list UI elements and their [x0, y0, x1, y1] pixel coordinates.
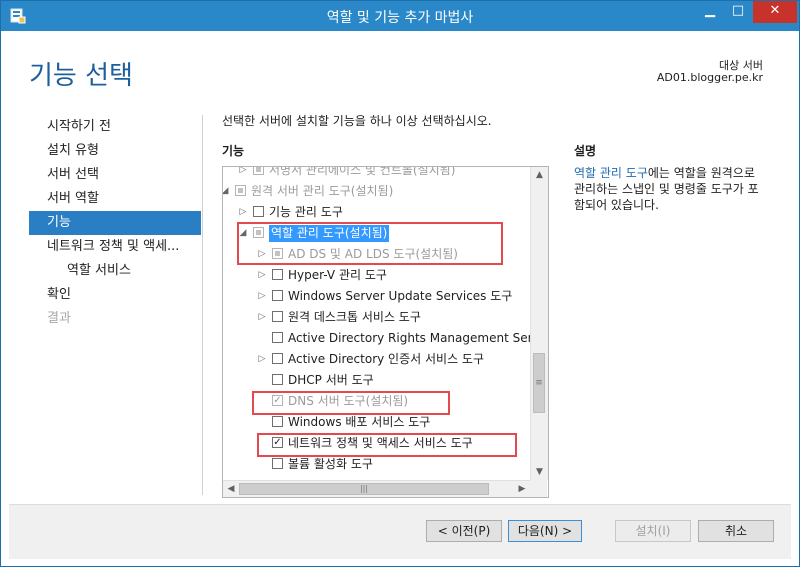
feature-tree-item[interactable]: ▷ Active Directory 인증서 서비스 도구 [223, 349, 530, 370]
feature-tree-item[interactable]: ▷ 서명서 관리에이스 및 컨트롤(설치됨) [223, 166, 530, 181]
feature-tree-item[interactable]: ▷ 기능 관리 도구 [223, 202, 530, 223]
feature-tree-item[interactable]: ◢ 원격 서버 관리 도구(설치됨) [223, 181, 530, 202]
description-heading: 설명 [574, 144, 597, 158]
features-heading: 기능 [222, 144, 245, 158]
feature-checkbox[interactable] [272, 416, 283, 427]
collapsed-arrow-icon[interactable]: ▷ [256, 307, 268, 328]
feature-label: Active Directory Rights Management Servi… [288, 331, 548, 345]
feature-tree-item[interactable]: 볼륨 활성화 도구 [223, 454, 530, 475]
feature-checkbox[interactable] [235, 185, 246, 196]
nav-step[interactable]: 기능 [29, 211, 201, 235]
nav-step[interactable]: 시작하기 전 [29, 115, 201, 139]
vertical-scroll-thumb[interactable]: ≡ [533, 353, 545, 413]
feature-tree-item[interactable]: ✓ 네트워크 정책 및 액세스 서비스 도구 [223, 433, 530, 454]
feature-checkbox[interactable] [272, 353, 283, 364]
feature-tree-item[interactable]: ▷ AD DS 및 AD LDS 도구(설치됨) [223, 244, 530, 265]
scroll-down-icon[interactable]: ▼ [531, 464, 548, 480]
feature-tree-item[interactable]: DHCP 서버 도구 [223, 370, 530, 391]
feature-label: 원격 데스크톱 서비스 도구 [288, 310, 421, 324]
nav-step[interactable]: 네트워크 정책 및 액세... [29, 235, 201, 259]
scroll-right-icon[interactable]: ▶ [514, 481, 530, 497]
close-icon: ✕ [769, 3, 781, 18]
feature-label: Windows 배포 서비스 도구 [288, 415, 431, 429]
feature-tree-item[interactable]: ✓ DNS 서버 도구(설치됨) [223, 391, 530, 412]
minimize-button[interactable]: ▁ [695, 1, 725, 23]
collapsed-arrow-icon[interactable]: ▷ [237, 167, 249, 181]
features-tree[interactable]: ▷ 서명서 관리에이스 및 컨트롤(설치됨) ◢ 원격 서버 관리 도구(설치됨) ▷ 기… [222, 166, 549, 498]
previous-button[interactable]: < 이전(P) [426, 520, 502, 542]
feature-checkbox[interactable] [253, 227, 264, 238]
feature-tree-item[interactable]: ▷ Windows Server Update Services 도구 [223, 286, 530, 307]
install-button[interactable]: 설치(I) [615, 520, 691, 542]
nav-step[interactable]: 서버 역할 [29, 187, 201, 211]
feature-checkbox[interactable]: ✓ [272, 437, 283, 448]
feature-label: 네트워크 정책 및 액세스 서비스 도구 [288, 436, 473, 450]
wizard-content: 기능 선택 대상 서버 AD01.blogger.pe.kr 시작하기 전 설치 … [9, 31, 791, 559]
feature-label: Windows Server Update Services 도구 [288, 289, 513, 303]
feature-checkbox[interactable] [272, 248, 283, 259]
collapsed-arrow-icon[interactable]: ▷ [256, 286, 268, 307]
nav-step[interactable]: 설치 유형 [29, 139, 201, 163]
horizontal-scrollbar[interactable]: ◀ ||| ▶ [223, 480, 530, 497]
feature-label: 역할 관리 도구(설치됨) [269, 225, 390, 242]
collapsed-arrow-icon[interactable]: ▷ [256, 265, 268, 286]
feature-label: 기능 관리 도구 [269, 205, 343, 219]
feature-label: 원격 서버 관리 도구(설치됨) [251, 184, 394, 198]
cancel-button[interactable]: 취소 [698, 520, 774, 542]
page-title: 기능 선택 [29, 61, 133, 91]
window-title: 역할 및 기능 추가 마법사 [326, 10, 474, 26]
scroll-up-icon[interactable]: ▲ [531, 167, 548, 183]
feature-label: AD DS 및 AD LDS 도구(설치됨) [288, 247, 458, 261]
maximize-icon: □ [731, 3, 745, 18]
feature-checkbox[interactable] [272, 374, 283, 385]
destination-server-name: AD01.blogger.pe.kr [656, 71, 763, 84]
feature-checkbox[interactable] [272, 332, 283, 343]
feature-label: DHCP 서버 도구 [288, 373, 374, 387]
feature-checkbox[interactable] [272, 269, 283, 280]
feature-tree-item[interactable]: Active Directory Rights Management Servi… [223, 328, 548, 349]
description-text: 역할 관리 도구에는 역할을 원격으로 관리하는 스냅인 및 명령줄 도구가 포… [574, 165, 764, 213]
feature-label: Active Directory 인증서 서비스 도구 [288, 352, 485, 366]
feature-checkbox[interactable] [272, 290, 283, 301]
wizard-steps-nav: 시작하기 전 설치 유형 서버 선택 서버 역할 기능 네트워크 정책 및 액세... 역할… [29, 115, 201, 331]
feature-label: DNS 서버 도구(설치됨) [288, 394, 409, 408]
close-button[interactable]: ✕ [753, 1, 797, 23]
collapsed-arrow-icon[interactable]: ▷ [256, 349, 268, 370]
wizard-footer: < 이전(P) 다음(N) > 설치(I) 취소 [9, 505, 791, 559]
nav-step: 결과 [47, 311, 71, 326]
nav-step[interactable]: 서버 선택 [29, 163, 201, 187]
feature-label: Hyper-V 관리 도구 [288, 268, 387, 282]
description-feature-name: 역할 관리 도구 [574, 166, 648, 180]
scroll-left-icon[interactable]: ◀ [223, 481, 239, 497]
feature-checkbox[interactable]: ✓ [272, 395, 283, 406]
horizontal-scroll-thumb[interactable]: ||| [239, 483, 489, 495]
feature-checkbox[interactable] [253, 167, 264, 175]
expanded-arrow-icon[interactable]: ◢ [237, 223, 249, 244]
feature-tree-item[interactable]: ▷ Hyper-V 관리 도구 [223, 265, 530, 286]
instruction-text: 선택한 서버에 설치할 기능을 하나 이상 선택하십시오. [222, 114, 492, 128]
feature-checkbox[interactable] [253, 206, 264, 217]
feature-label: 서명서 관리에이스 및 컨트롤(설치됨) [269, 166, 456, 177]
title-bar[interactable]: 역할 및 기능 추가 마법사 ▁ □ ✕ [1, 1, 799, 31]
wizard-window: 역할 및 기능 추가 마법사 ▁ □ ✕ 기능 선택 대상 서버 AD01.bl… [0, 0, 800, 567]
minimize-icon: ▁ [705, 3, 715, 18]
nav-step[interactable]: 역할 서비스 [29, 259, 201, 283]
nav-step[interactable]: 확인 [29, 283, 201, 307]
feature-label: 볼륨 활성화 도구 [288, 457, 373, 471]
feature-tree-item[interactable]: ◢ 역할 관리 도구(설치됨) [223, 223, 530, 244]
scrollbar-corner [530, 480, 547, 497]
feature-tree-item[interactable]: ▷ 원격 데스크톱 서비스 도구 [223, 307, 530, 328]
feature-checkbox[interactable] [272, 458, 283, 469]
next-button[interactable]: 다음(N) > [508, 520, 582, 542]
expanded-arrow-icon[interactable]: ◢ [223, 181, 231, 202]
vertical-scrollbar[interactable]: ▲ ≡ ▼ [530, 167, 548, 480]
feature-tree-item[interactable]: Windows 배포 서비스 도구 [223, 412, 530, 433]
feature-checkbox[interactable] [272, 311, 283, 322]
maximize-button[interactable]: □ [725, 1, 751, 23]
collapsed-arrow-icon[interactable]: ▷ [237, 202, 249, 223]
collapsed-arrow-icon[interactable]: ▷ [256, 244, 268, 265]
nav-divider [202, 115, 203, 495]
features-tree-rows: ▷ 서명서 관리에이스 및 컨트롤(설치됨) ◢ 원격 서버 관리 도구(설치됨) ▷ 기… [223, 166, 548, 475]
